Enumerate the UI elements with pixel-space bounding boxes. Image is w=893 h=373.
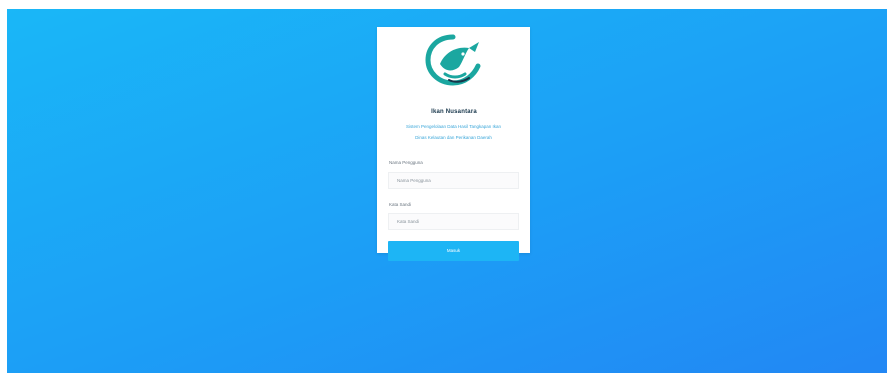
login-card: Ikan Nusantara Sistem Pengelolaan Data H… xyxy=(377,27,530,261)
brand-name: Ikan Nusantara xyxy=(431,109,477,115)
top-bar xyxy=(0,0,893,9)
login-subtitle: Sistem Pengelolaan Data Hasil Tangkapan … xyxy=(385,121,522,143)
username-label: Nama Pengguna xyxy=(389,160,423,165)
login-button[interactable]: Masuk xyxy=(388,241,519,261)
subtitle-line-2: Dinas Kelautan dan Perikanan Daerah xyxy=(415,135,492,140)
username-input[interactable]: Nama Pengguna xyxy=(388,172,519,189)
fish-logo-icon xyxy=(425,34,481,86)
subtitle-line-1: Sistem Pengelolaan Data Hasil Tangkapan … xyxy=(406,124,501,129)
password-input[interactable]: Kata Sandi xyxy=(388,213,519,230)
password-label: Kata Sandi xyxy=(389,202,412,207)
